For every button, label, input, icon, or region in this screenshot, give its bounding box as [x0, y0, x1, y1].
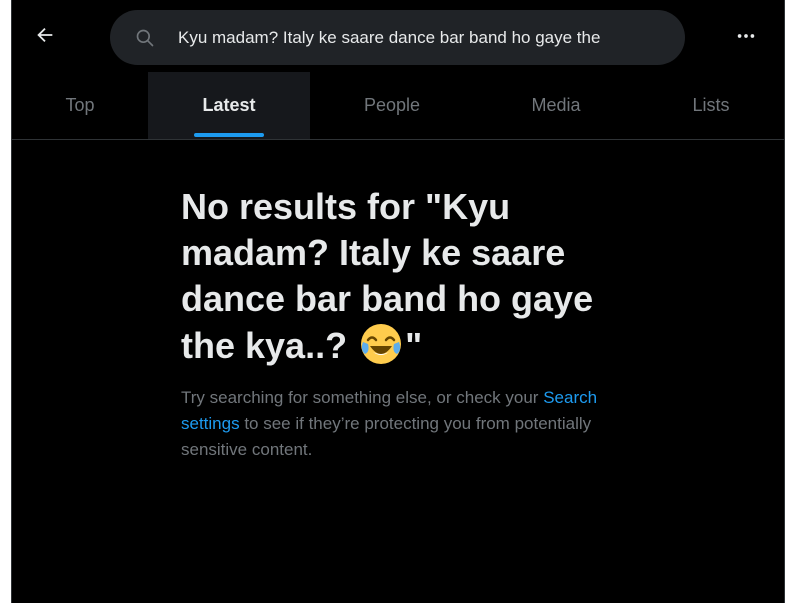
active-tab-indicator — [194, 133, 264, 137]
empty-state-title: No results for "Kyu madam? Italy ke saar… — [181, 184, 621, 377]
subtitle-text-before: Try searching for something else, or che… — [181, 388, 539, 407]
search-query-text[interactable]: Kyu madam? Italy ke saare dance bar band… — [178, 28, 678, 48]
search-results-panel: Kyu madam? Italy ke saare dance bar band… — [11, 0, 785, 603]
tab-top[interactable]: Top — [12, 72, 148, 139]
search-tabs: Top Latest People Media Lists — [12, 72, 784, 140]
tab-label: Media — [531, 95, 581, 115]
tab-label: People — [363, 95, 421, 115]
tab-media[interactable]: Media — [474, 72, 638, 139]
arrow-left-icon — [37, 27, 53, 43]
face-with-tears-of-joy-icon — [359, 322, 403, 377]
tab-label: Lists — [692, 95, 730, 115]
empty-state-subtitle: Try searching for something else, or che… — [181, 385, 621, 463]
empty-state: No results for "Kyu madam? Italy ke saar… — [181, 184, 621, 463]
tab-label: Latest — [202, 95, 256, 115]
tab-lists[interactable]: Lists — [638, 72, 784, 139]
more-horizontal-icon — [737, 34, 755, 38]
tab-latest[interactable]: Latest — [148, 72, 310, 139]
subtitle-text-after: to see if they’re protecting you from po… — [181, 414, 592, 459]
search-icon — [134, 27, 156, 49]
more-options-button[interactable] — [730, 20, 762, 52]
back-button[interactable] — [28, 18, 62, 52]
empty-state-title-quote: " — [405, 325, 423, 366]
search-input[interactable]: Kyu madam? Italy ke saare dance bar band… — [110, 10, 685, 65]
tab-people[interactable]: People — [310, 72, 474, 139]
tab-label: Top — [65, 95, 95, 115]
top-bar: Kyu madam? Italy ke saare dance bar band… — [12, 0, 784, 72]
